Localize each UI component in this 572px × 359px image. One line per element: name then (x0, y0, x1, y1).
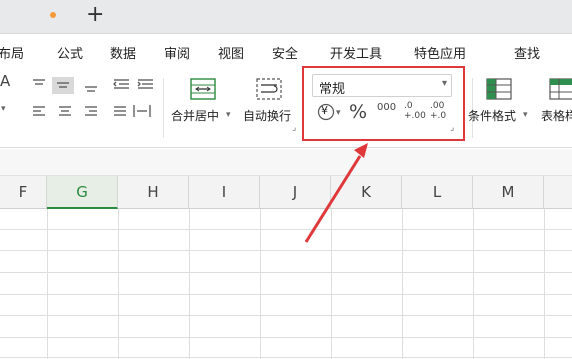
spreadsheet-window: + 布局 公式 数据 审阅 视图 安全 开发工具 特色应用 查找 A ▾ 合并居… (0, 0, 572, 359)
annotation-arrow-icon (304, 143, 368, 243)
